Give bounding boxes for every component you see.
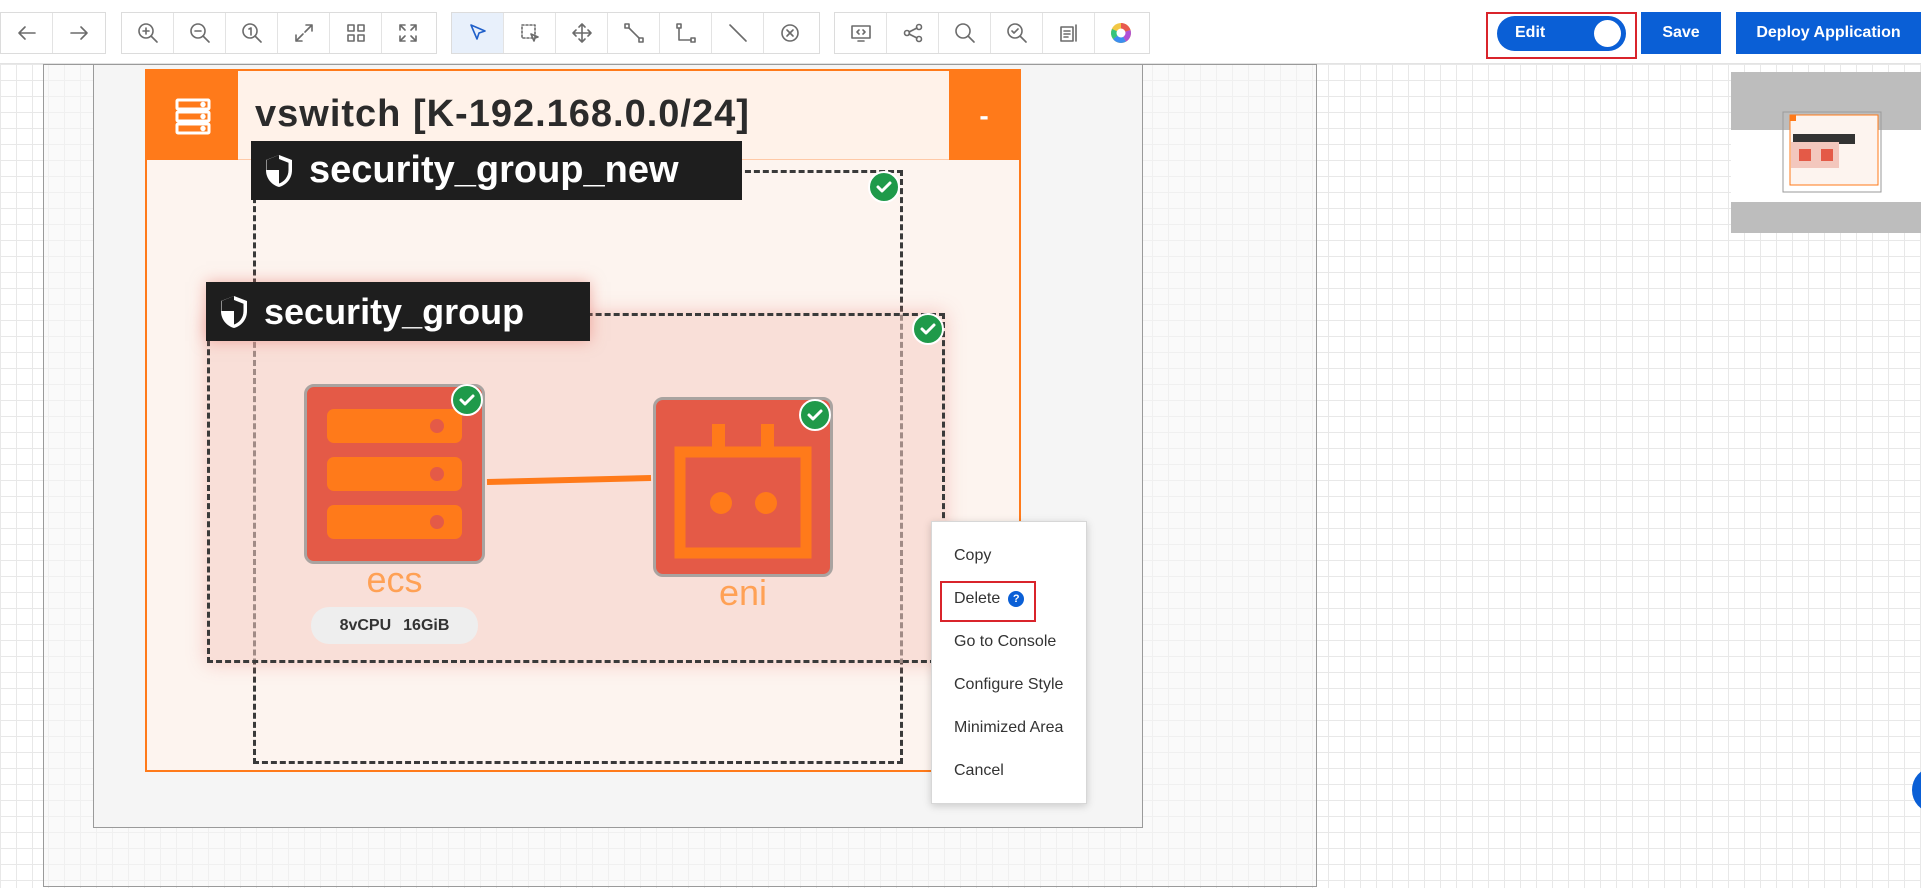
line-button[interactable] bbox=[712, 13, 764, 53]
inspect-icon bbox=[1006, 23, 1027, 43]
connector-button[interactable] bbox=[608, 13, 660, 53]
view-tools-group bbox=[121, 12, 437, 54]
menu-item-configure-style[interactable]: Configure Style bbox=[954, 676, 1063, 694]
color-wheel-button[interactable] bbox=[1095, 13, 1147, 53]
menu-item-copy[interactable]: Copy bbox=[954, 547, 991, 565]
edit-toggle-label: Edit bbox=[1515, 24, 1546, 41]
select-pointer-icon bbox=[469, 24, 486, 40]
actual-size-button[interactable] bbox=[226, 13, 278, 53]
context-menu: Copy Delete? Go to Console Configure Sty… bbox=[931, 521, 1087, 804]
fit-screen-icon bbox=[294, 24, 313, 42]
ecs-memory-spec: 16GiB bbox=[403, 616, 450, 634]
toggle-knob bbox=[1594, 20, 1621, 47]
grid-button[interactable] bbox=[330, 13, 382, 53]
eni-label: eni bbox=[718, 572, 768, 613]
grid-icon bbox=[346, 24, 365, 42]
undo-icon bbox=[17, 26, 36, 40]
ecs-spec-badge: 8vCPU 16GiB bbox=[311, 607, 478, 644]
zoom-out-button[interactable] bbox=[174, 13, 226, 53]
fullscreen-icon bbox=[399, 24, 417, 42]
security-group-new-name: security_group_new bbox=[309, 149, 679, 191]
select-pointer-button[interactable] bbox=[452, 13, 504, 53]
security-group-name: security_group bbox=[264, 290, 525, 332]
color-wheel-icon bbox=[1111, 23, 1131, 43]
server-stack-icon bbox=[147, 71, 238, 160]
security-group-new-status-check-icon bbox=[868, 171, 900, 203]
search-icon bbox=[954, 23, 975, 43]
history-group bbox=[0, 12, 106, 54]
redo-icon bbox=[70, 26, 88, 40]
minimap[interactable] bbox=[1731, 72, 1921, 233]
code-view-button[interactable] bbox=[835, 13, 887, 53]
line-icon bbox=[728, 24, 747, 42]
redo-button[interactable] bbox=[53, 13, 105, 53]
security-group-label[interactable]: security_group bbox=[206, 282, 590, 341]
properties-button[interactable] bbox=[1043, 13, 1095, 53]
orthogonal-connector-button[interactable] bbox=[660, 13, 712, 53]
shield-icon bbox=[266, 154, 292, 187]
vswitch-title: vswitch [K-192.168.0.0/24] bbox=[255, 93, 750, 135]
server-icon bbox=[327, 409, 462, 539]
menu-item-cancel[interactable]: Cancel bbox=[954, 762, 1004, 780]
menu-item-go-to-console[interactable]: Go to Console bbox=[954, 633, 1056, 651]
marquee-select-button[interactable] bbox=[504, 13, 556, 53]
share-icon bbox=[903, 23, 922, 43]
share-button[interactable] bbox=[887, 13, 939, 53]
fullscreen-button[interactable] bbox=[382, 13, 434, 53]
misc-tools-group bbox=[834, 12, 1150, 54]
move-button[interactable] bbox=[556, 13, 608, 53]
floating-help-button[interactable] bbox=[1912, 768, 1921, 812]
search-button[interactable] bbox=[939, 13, 991, 53]
clear-button[interactable] bbox=[764, 13, 816, 53]
inspect-button[interactable] bbox=[991, 13, 1043, 53]
actual-size-icon bbox=[241, 23, 262, 43]
security-group-status-check-icon bbox=[912, 313, 944, 345]
zoom-in-icon bbox=[137, 23, 158, 43]
eni-status-check-icon bbox=[799, 399, 831, 431]
marquee-select-icon bbox=[520, 24, 539, 42]
save-button[interactable]: Save bbox=[1641, 12, 1721, 54]
menu-item-minimized-area[interactable]: Minimized Area bbox=[954, 719, 1063, 737]
menu-item-delete-label: Delete bbox=[954, 590, 1001, 607]
clear-icon bbox=[781, 24, 799, 42]
toolbar: Edit Save Deploy Application bbox=[0, 0, 1921, 64]
zoom-in-button[interactable] bbox=[122, 13, 174, 53]
minimap-preview bbox=[1782, 111, 1882, 193]
zoom-out-icon bbox=[189, 23, 210, 43]
code-view-icon bbox=[850, 25, 871, 42]
edit-mode-toggle[interactable]: Edit bbox=[1497, 16, 1626, 51]
move-icon bbox=[571, 23, 592, 43]
fit-screen-button[interactable] bbox=[278, 13, 330, 53]
shield-icon bbox=[221, 295, 247, 328]
undo-button[interactable] bbox=[1, 13, 53, 53]
properties-icon bbox=[1059, 24, 1077, 42]
ecs-cpu-spec: 8vCPU bbox=[339, 616, 392, 634]
security-group-new-label[interactable]: security_group_new bbox=[251, 141, 742, 200]
ecs-label: ecs bbox=[366, 559, 423, 600]
orthogonal-connector-icon bbox=[675, 23, 696, 43]
menu-item-delete[interactable]: Delete? bbox=[954, 590, 1025, 608]
ecs-status-check-icon bbox=[451, 384, 483, 416]
vswitch-collapse-button[interactable]: - bbox=[949, 71, 1019, 160]
deploy-application-button[interactable]: Deploy Application bbox=[1736, 12, 1921, 54]
connector-icon bbox=[623, 23, 644, 43]
help-icon[interactable]: ? bbox=[1008, 591, 1025, 607]
edit-tools-group bbox=[451, 12, 820, 54]
